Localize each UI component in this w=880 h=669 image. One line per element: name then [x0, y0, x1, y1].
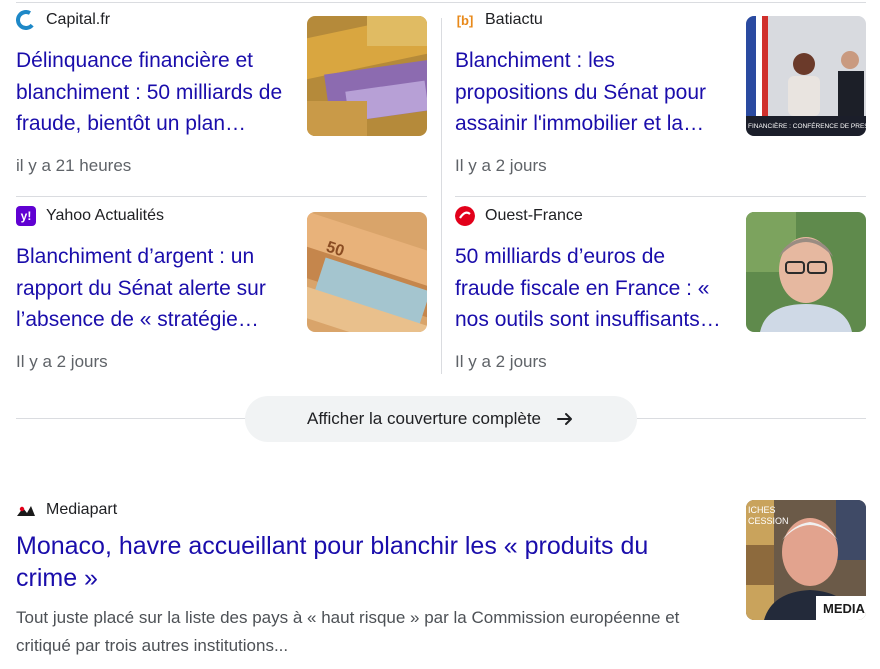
source-name: Ouest-France — [485, 207, 583, 224]
ouest-france-logo-icon — [455, 206, 475, 226]
news-card-capital[interactable]: Capital.fr Délinquance financière et bla… — [16, 0, 427, 180]
article-time: Il y a 2 jours — [455, 156, 547, 175]
story-title-link[interactable]: Monaco, havre accueillant pour blanchir … — [16, 530, 716, 594]
source-name: Batiactu — [485, 11, 543, 28]
article-title-link[interactable]: Blanchiment : les propositions du Sénat … — [455, 45, 730, 140]
thumb-text-top-2: CESSION — [748, 516, 789, 526]
article-time: Il y a 2 jours — [16, 352, 108, 371]
arrow-right-icon — [555, 409, 575, 429]
card-source: [b] Batiactu — [455, 8, 543, 32]
article-title-link[interactable]: Blanchiment d’argent : un rapport du Sén… — [16, 241, 291, 336]
card-source: Capital.fr — [16, 8, 110, 32]
portrait-man-glasses-image[interactable] — [746, 212, 866, 332]
monaco-prince-image[interactable]: ICHES CESSION MEDIA — [746, 500, 866, 620]
article-time: Il y a 2 jours — [455, 352, 547, 371]
article-time: il y a 21 heures — [16, 156, 132, 175]
full-coverage-label: Afficher la couverture complète — [306, 409, 542, 428]
batiactu-logo-icon: [b] — [456, 12, 474, 28]
card-source: Ouest-France — [455, 204, 583, 228]
story-snippet: Tout juste placé sur la liste des pays à… — [16, 608, 680, 655]
source-name: Mediapart — [46, 501, 118, 518]
news-card-yahoo[interactable]: y! Yahoo Actualités Blanchiment d’argent… — [16, 196, 427, 376]
news-card-batiactu[interactable]: [b] Batiactu Blanchiment : les propositi… — [455, 0, 866, 180]
press-conference-image[interactable]: FINANCIÈRE : CONFÉRENCE DE PRES — [746, 16, 866, 136]
mediapart-logo-icon — [16, 500, 36, 520]
euro-banknotes-image[interactable] — [307, 16, 427, 136]
news-card-ouest-france[interactable]: Ouest-France 50 milliards d’euros de fra… — [455, 196, 866, 376]
full-coverage-button[interactable]: Afficher la couverture complète — [245, 396, 637, 442]
card-source: y! Yahoo Actualités — [16, 204, 164, 228]
source-name: Capital.fr — [46, 11, 111, 28]
article-title-link[interactable]: Délinquance financière et blanchiment : … — [16, 45, 291, 140]
euro-notes-stack-image[interactable]: 50 — [307, 212, 427, 332]
yahoo-logo-icon: y! — [16, 206, 36, 226]
story-source: Mediapart — [16, 498, 117, 522]
column-divider — [441, 18, 442, 374]
article-title-link[interactable]: 50 milliards d’euros de fraude fiscale e… — [455, 241, 730, 336]
capital-fr-logo-icon — [16, 10, 36, 30]
source-name: Yahoo Actualités — [46, 207, 165, 224]
news-story-mediapart[interactable]: Mediapart Monaco, havre accueillant pour… — [16, 490, 866, 669]
thumb-text-bottom: MEDIA — [823, 601, 866, 616]
thumb-caption: FINANCIÈRE : CONFÉRENCE DE PRES — [748, 121, 866, 130]
thumb-text-top-1: ICHES — [748, 505, 776, 515]
